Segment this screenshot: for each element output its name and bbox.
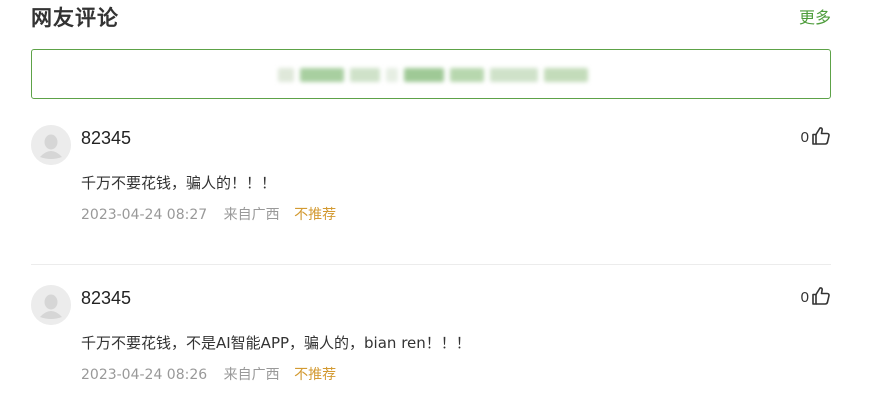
comment-time: 2023-04-24 08:26 (81, 367, 208, 383)
comment-username[interactable]: 82345 (81, 286, 131, 310)
thumbs-up-icon (811, 286, 831, 310)
comment-content: 千万不要花钱，不是AI智能APP，骗人的，bian ren！！！ (81, 334, 471, 352)
comments-header: 网友评论 更多 (31, 4, 831, 34)
comment-location: 来自广西 (223, 367, 280, 383)
section-title: 网友评论 (31, 6, 119, 30)
default-avatar-icon[interactable] (31, 125, 71, 165)
comment-content: 千万不要花钱，骗人的！！！ (81, 174, 277, 192)
not-recommend-button[interactable]: 不推荐 (294, 367, 336, 383)
like-count: 0 (800, 289, 809, 306)
default-avatar-icon[interactable] (31, 285, 71, 325)
not-recommend-button[interactable]: 不推荐 (294, 207, 336, 223)
comment-input[interactable] (32, 50, 834, 100)
like-button[interactable]: 0 (801, 125, 831, 151)
comment-item: 82345 0 千万不要花钱，骗人的！！！ 2023-04-24 08:27 来… (31, 125, 831, 265)
comments-section: 网友评论 更多 82345 0 千万不要花钱，骗人的！！！ 2023-04-24… (31, 0, 834, 400)
comment-input-box[interactable] (31, 49, 834, 100)
thumbs-up-icon (811, 126, 831, 150)
comment-username[interactable]: 82345 (81, 126, 131, 150)
comment-location: 来自广西 (223, 207, 280, 223)
more-link[interactable]: 更多 (799, 6, 831, 30)
comment-item: 82345 0 千万不要花钱，不是AI智能APP，骗人的，bian ren！！！… (31, 285, 831, 395)
comment-meta: 2023-04-24 08:26 来自广西 不推荐 (81, 365, 336, 385)
comment-meta: 2023-04-24 08:27 来自广西 不推荐 (81, 205, 336, 225)
comment-divider (31, 264, 831, 265)
like-button[interactable]: 0 (801, 285, 831, 311)
comment-time: 2023-04-24 08:27 (81, 207, 208, 223)
like-count: 0 (800, 129, 809, 146)
